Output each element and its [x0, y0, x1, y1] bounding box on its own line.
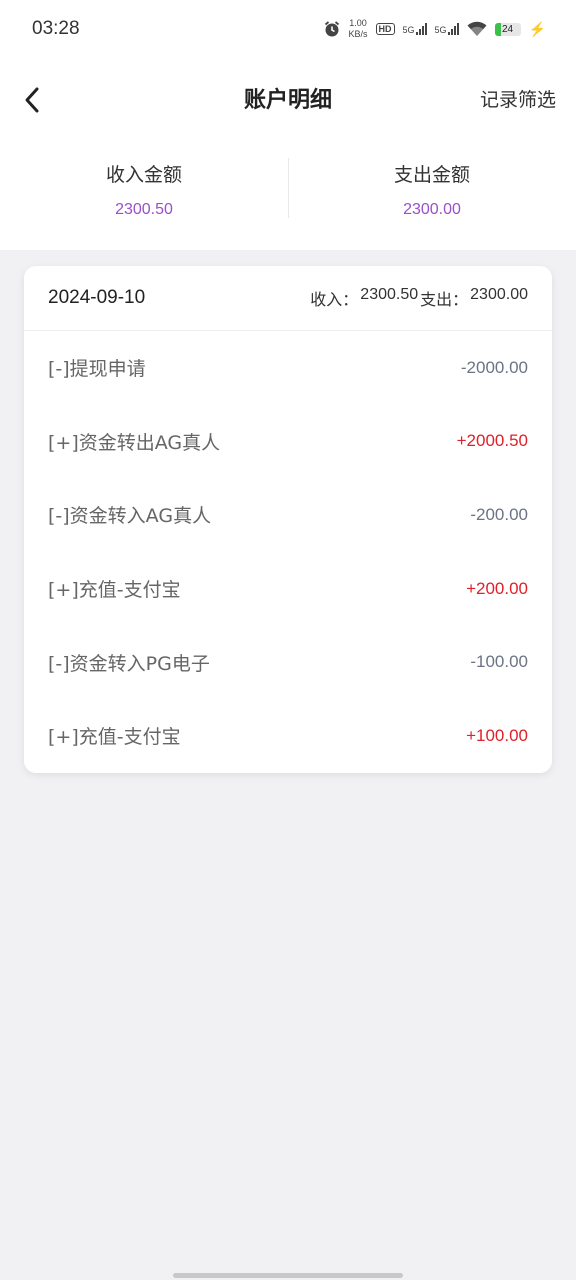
alarm-icon: [323, 20, 341, 38]
record-date: 2024-09-10: [48, 287, 146, 308]
record-row[interactable]: [-]提现申请 -2000.00: [24, 331, 552, 405]
record-label: [-]资金转入PG电子: [48, 652, 210, 675]
net-speed: 1.00 KB/s: [349, 18, 368, 40]
record-amount: -2000.00: [460, 357, 528, 377]
hd-icon: HD: [375, 23, 395, 35]
record-label: [+]充值-支付宝: [48, 579, 181, 602]
record-row[interactable]: [-]资金转入AG真人 -200.00: [24, 478, 552, 552]
sim1-label: 5G: [402, 25, 415, 35]
filter-records-button[interactable]: 记录筛选: [480, 85, 556, 112]
summary-panel: 收入金额 2300.50 支出金额 2300.00: [0, 138, 576, 250]
charging-icon: ⚡: [528, 20, 546, 37]
record-row[interactable]: [+]资金转出AG真人 +2000.50: [24, 405, 552, 479]
record-amount: -100.00: [470, 652, 528, 672]
battery-level: 24: [502, 23, 514, 35]
nav-bar: 账户明细 记录筛选: [0, 60, 576, 138]
income-summary: 收入金额 2300.50: [0, 138, 288, 250]
record-label: [+]资金转出AG真人: [48, 431, 221, 454]
top-section: 03:28 1.00 KB/s HD 5G 5G 24 ⚡ 账户明细 记录筛选 …: [0, 0, 576, 250]
record-list: [-]提现申请 -2000.00 [+]资金转出AG真人 +2000.50 [-…: [24, 331, 552, 773]
expense-value: 2300.00: [403, 201, 461, 218]
record-label: [-]提现申请: [48, 358, 146, 381]
expense-summary: 支出金额 2300.00: [288, 138, 576, 250]
record-label: [+]充值-支付宝: [48, 726, 181, 749]
record-row[interactable]: [+]充值-支付宝 +100.00: [24, 699, 552, 773]
net-speed-value: 1.00: [349, 18, 367, 28]
day-expense-prefix: 支出：: [420, 290, 469, 309]
status-icons: 1.00 KB/s HD 5G 5G 24 ⚡: [323, 18, 546, 40]
record-amount: -200.00: [470, 504, 528, 524]
status-time: 03:28: [32, 18, 80, 39]
record-row[interactable]: [-]资金转入PG电子 -100.00: [24, 625, 552, 699]
day-income-total: 2300.50: [360, 286, 419, 303]
record-row[interactable]: [+]充值-支付宝 +200.00: [24, 552, 552, 626]
home-indicator[interactable]: [173, 1273, 403, 1278]
signal-sim1-icon: 5G: [403, 23, 427, 35]
income-label: 收入金额: [105, 164, 182, 186]
income-value: 2300.50: [115, 201, 173, 218]
signal-sim2-icon: 5G: [435, 23, 459, 35]
day-income-prefix: 收入：: [310, 290, 359, 309]
day-record-card: 2024-09-10 收入： 2300.50 支出： 2300.00 [-]提现…: [24, 266, 552, 773]
day-totals: 收入： 2300.50 支出： 2300.00: [310, 286, 528, 310]
record-amount: +100.00: [466, 725, 528, 745]
card-header: 2024-09-10 收入： 2300.50 支出： 2300.00: [24, 266, 552, 331]
battery-fill: [494, 22, 501, 36]
record-amount: +2000.50: [456, 431, 528, 451]
wifi-icon: [467, 21, 487, 37]
sim2-label: 5G: [434, 25, 447, 35]
expense-label: 支出金额: [393, 164, 470, 186]
day-expense-total: 2300.00: [470, 286, 528, 303]
record-label: [-]资金转入AG真人: [48, 505, 212, 528]
record-amount: +200.00: [466, 578, 528, 598]
summary-divider: [288, 158, 289, 218]
status-bar: 03:28 1.00 KB/s HD 5G 5G 24 ⚡: [0, 0, 576, 60]
battery-icon: 24: [494, 22, 521, 36]
net-speed-unit: KB/s: [348, 29, 368, 39]
